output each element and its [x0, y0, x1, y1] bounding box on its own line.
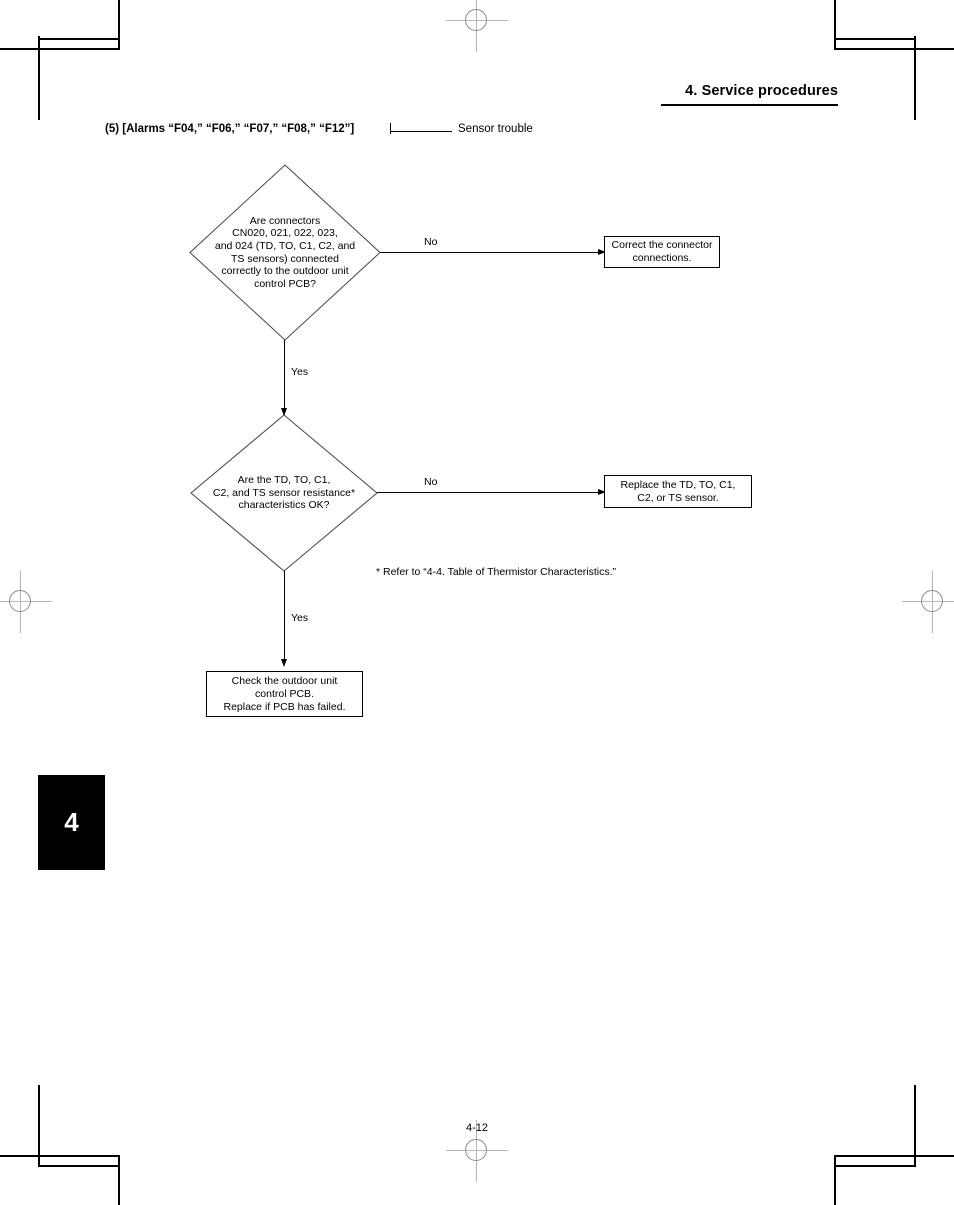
crop-mark-inner-top-right-h	[834, 38, 916, 40]
crop-mark-inner-bottom-left-h	[38, 1165, 120, 1167]
crop-mark-inner-top-right-v	[914, 36, 916, 120]
leader-tick	[390, 123, 391, 134]
decision-sensor-resistance-check: Are the TD, TO, C1, C2, and TS sensor re…	[190, 414, 378, 572]
branch-label-decision2-no: No	[424, 476, 438, 488]
decision-sensor-resistance-text: Are the TD, TO, C1, C2, and TS sensor re…	[191, 415, 377, 571]
connector-decision1-no	[380, 252, 602, 253]
decision-connectors-text: Are connectors CN020, 021, 022, 023, and…	[190, 165, 380, 340]
action-correct-connector: Correct the connector connections.	[604, 236, 720, 268]
crop-mark-outer-top-left-v	[118, 0, 120, 50]
crop-mark-outer-bottom-left-v	[118, 1155, 120, 1205]
branch-label-decision1-no: No	[424, 236, 438, 248]
document-page: 4. Service procedures (5) [Alarms “F04,”…	[0, 0, 954, 1205]
registration-mark-left	[0, 571, 52, 633]
connector-decision2-yes	[284, 571, 285, 664]
connector-decision1-yes	[284, 340, 285, 415]
decision1-line-6: control PCB?	[254, 277, 316, 290]
registration-mark-top	[446, 0, 508, 52]
arrowhead-decision2-yes	[280, 659, 287, 667]
decision1-line-2: CN020, 021, 022, 023,	[232, 227, 338, 240]
crop-mark-inner-bottom-right-h	[834, 1165, 916, 1167]
action2-line-1: Replace the TD, TO, C1,	[620, 478, 736, 491]
branch-label-decision2-yes: Yes	[291, 612, 309, 624]
decision1-line-4: TS sensors) connected	[231, 252, 339, 265]
decision1-line-5: correctly to the outdoor unit	[221, 265, 349, 278]
crop-mark-outer-bottom-right-v	[834, 1155, 836, 1205]
crop-mark-outer-top-right-v	[834, 0, 836, 50]
action-replace-sensor: Replace the TD, TO, C1, C2, or TS sensor…	[604, 475, 752, 508]
action1-line-1: Correct the connector	[611, 239, 713, 251]
decision2-line-1: Are the TD, TO, C1,	[237, 474, 331, 487]
action2-line-2: C2, or TS sensor.	[637, 491, 719, 504]
crop-mark-outer-bottom-right-h	[834, 1155, 954, 1157]
chapter-header-underline	[661, 104, 838, 106]
leader-line	[390, 131, 452, 132]
crop-mark-outer-top-right-h	[834, 48, 954, 50]
crop-mark-inner-top-left-v	[38, 36, 40, 120]
action1-line-2: connections.	[632, 252, 692, 264]
registration-mark-right	[902, 571, 954, 633]
decision1-line-3: and 024 (TD, TO, C1, C2, and	[214, 239, 356, 252]
trouble-type-label: Sensor trouble	[458, 123, 533, 135]
page-number: 4-12	[465, 1122, 489, 1134]
crop-mark-outer-top-left-h	[0, 48, 120, 50]
decision1-line-1: Are connectors	[249, 214, 321, 227]
terminal-line-3: Replace if PCB has failed.	[223, 700, 346, 713]
chapter-header: 4. Service procedures	[685, 83, 838, 99]
crop-mark-inner-top-left-h	[38, 38, 120, 40]
terminal-line-2: control PCB.	[255, 687, 314, 700]
chapter-tab-number: 4	[64, 807, 79, 837]
decision-connectors-check: Are connectors CN020, 021, 022, 023, and…	[189, 164, 381, 341]
alarm-section-title: (5) [Alarms “F04,” “F06,” “F07,” “F08,” …	[105, 123, 355, 135]
connector-decision2-no	[377, 492, 602, 493]
decision2-line-3: characteristics OK?	[238, 499, 330, 512]
chapter-thumb-tab: 4	[38, 775, 105, 870]
terminal-check-control-pcb: Check the outdoor unit control PCB. Repl…	[206, 671, 363, 717]
decision2-line-2: C2, and TS sensor resistance*	[212, 486, 356, 499]
branch-label-decision1-yes: Yes	[291, 366, 309, 378]
crop-mark-outer-bottom-left-h	[0, 1155, 120, 1157]
thermistor-table-footnote: * Refer to “4-4. Table of Thermistor Cha…	[376, 566, 617, 578]
terminal-line-1: Check the outdoor unit	[231, 674, 338, 687]
